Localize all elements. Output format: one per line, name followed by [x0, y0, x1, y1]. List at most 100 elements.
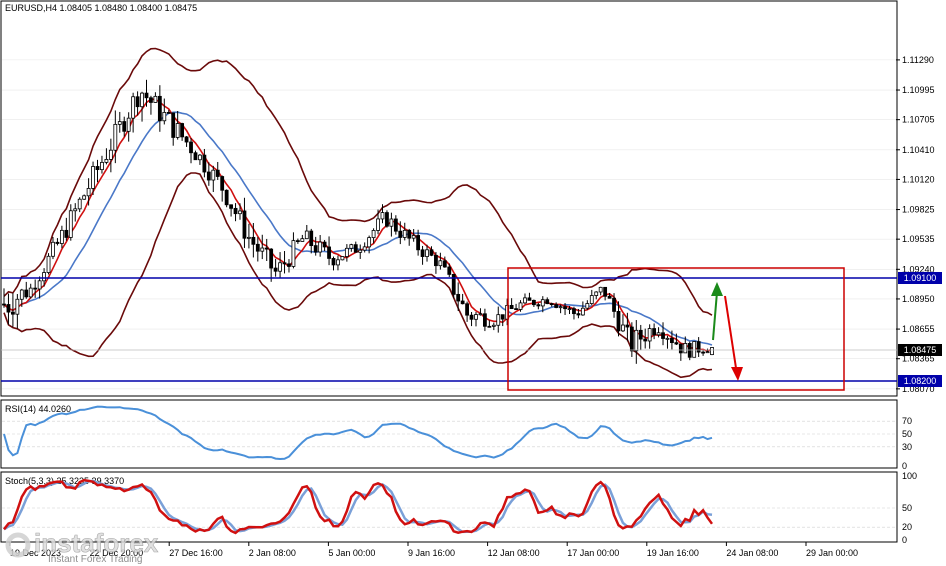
candle-body [416, 235, 421, 251]
candle-body [696, 341, 701, 353]
candle-body [100, 161, 104, 171]
candle-body [710, 347, 714, 356]
current-price-badge: 1.08475 [898, 344, 942, 356]
candle-body [91, 166, 95, 189]
rsi-level-label: 0 [902, 461, 907, 471]
time-tick-label: 19 Jan 16:00 [647, 548, 699, 558]
candle-body [701, 351, 705, 354]
candle-body [59, 229, 64, 244]
candle-body [211, 169, 216, 181]
price-tick-label: 1.10995 [902, 85, 935, 95]
candle-body [2, 303, 6, 306]
candle-body [117, 121, 122, 125]
candle-body [540, 299, 545, 307]
time-tick-label: 5 Jan 00:00 [328, 548, 375, 558]
candle-body [456, 293, 461, 302]
candle-body [282, 262, 287, 265]
candle-body [135, 96, 140, 108]
svg-text:Instant Forex Trading: Instant Forex Trading [48, 554, 143, 565]
candle-body [678, 343, 683, 354]
candle-body [233, 207, 238, 215]
candle-body [68, 210, 73, 238]
candle-body [95, 166, 100, 171]
level-badge-high: 1.09100 [898, 272, 942, 284]
candle-body [278, 262, 282, 272]
candle-body [55, 241, 60, 244]
candle-body [229, 204, 233, 209]
rsi-label: RSI(14) 44.0260 [5, 404, 71, 414]
svg-text:1.08475: 1.08475 [904, 345, 937, 355]
candle-body [24, 289, 29, 298]
candle-body [202, 154, 207, 173]
candle-body [674, 342, 679, 345]
level-badge-low: 1.08200 [898, 375, 942, 387]
candle-body [353, 244, 358, 253]
candle-body [500, 314, 505, 320]
candle-body [643, 338, 648, 342]
candle-body [46, 255, 51, 273]
rsi-level-label: 30 [902, 442, 912, 452]
candle-body [51, 241, 55, 257]
candle-body [371, 230, 376, 239]
candle-body [242, 210, 247, 239]
candle-body [162, 112, 167, 122]
candle-body [73, 208, 78, 212]
price-tick-label: 1.10705 [902, 115, 935, 125]
time-tick-label: 12 Jan 08:00 [488, 548, 540, 558]
candle-body [247, 236, 251, 239]
chart: 1.11290 1.10995 1.10705 1.10410 1.10120 1.098… [0, 0, 942, 565]
candle-body [264, 247, 269, 250]
candle-body [465, 303, 469, 316]
candle-body [344, 247, 349, 257]
candle-body [594, 291, 599, 296]
candle-body [215, 169, 220, 177]
candle-body [131, 96, 136, 119]
candle-body [269, 248, 274, 269]
candle-body [661, 332, 665, 339]
candle-body [429, 249, 434, 256]
candle-body [149, 97, 153, 103]
candle-body [224, 189, 229, 206]
candle-body [166, 112, 171, 114]
time-tick-label: 17 Jan 00:00 [567, 548, 619, 558]
candle-body [238, 210, 242, 215]
candle-body [336, 259, 340, 266]
candle-body [531, 299, 536, 306]
candle-body [206, 171, 211, 181]
candle-body [705, 351, 710, 354]
candle-body [15, 298, 20, 315]
candle-body [558, 306, 563, 309]
candle-body [527, 297, 532, 301]
candle-body [478, 313, 483, 316]
price-tick-label: 1.09825 [902, 205, 935, 215]
candle-body [607, 295, 612, 299]
rsi-level-label: 50 [902, 429, 912, 439]
candle-body [420, 249, 425, 257]
candle-body [362, 246, 367, 251]
candle-body [438, 260, 443, 267]
candle-body [402, 229, 407, 238]
stoch-level-label: 50 [902, 503, 912, 513]
candle-body [385, 212, 389, 227]
candle-body [491, 324, 496, 327]
candle-body [273, 267, 278, 272]
candle-body [447, 266, 452, 275]
candle-body [28, 287, 33, 298]
candle-body [198, 154, 202, 161]
candle-body [487, 325, 492, 328]
candle-body [665, 337, 670, 340]
candle-body [585, 303, 590, 309]
candle-body [518, 302, 523, 310]
candle-body [180, 123, 185, 138]
price-tick-label: 1.09535 [902, 234, 935, 244]
candle-body [483, 313, 487, 327]
candle-body [670, 337, 674, 344]
candle-body [536, 304, 541, 307]
candle-body [82, 195, 87, 200]
candle-body [6, 304, 11, 313]
candle-body [318, 241, 323, 253]
candle-body [358, 249, 363, 253]
candle-body [144, 92, 149, 99]
candle-body [411, 235, 416, 239]
candle-body [184, 136, 189, 143]
